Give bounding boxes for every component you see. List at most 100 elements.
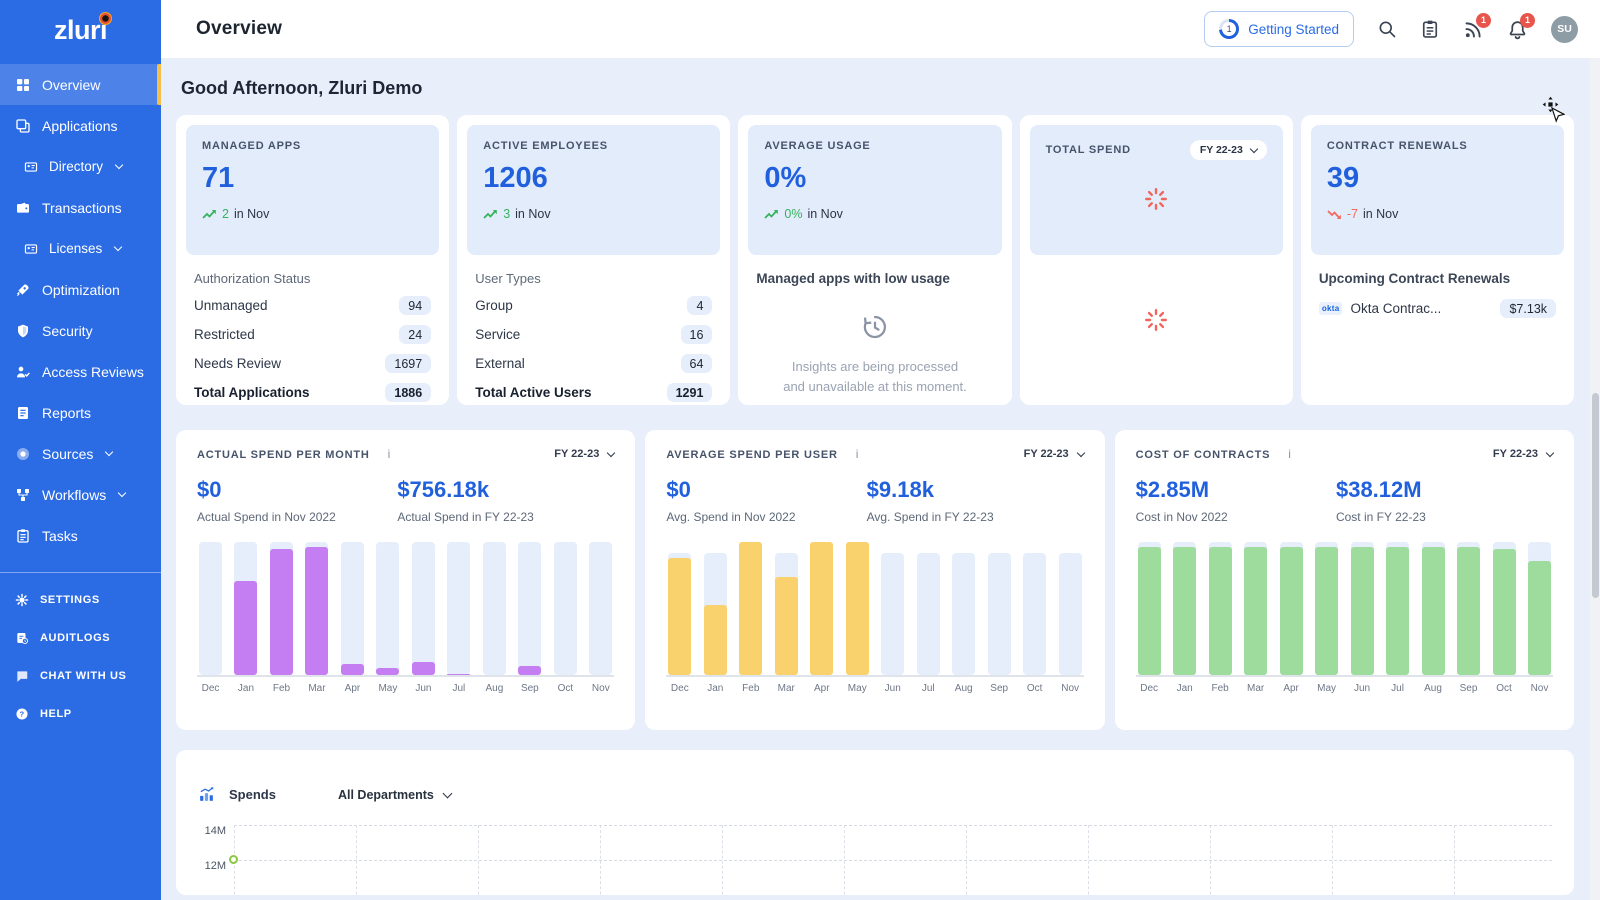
bar-column-aug[interactable]: Aug	[1422, 542, 1445, 697]
stat-row-total[interactable]: Total Applications1886	[194, 383, 431, 402]
card-title: CONTRACT RENEWALS	[1327, 140, 1548, 152]
fiscal-year-select[interactable]: FY 22-23	[1024, 448, 1084, 460]
bar-column-jun[interactable]: Jun	[881, 542, 904, 697]
bar-month-label: Jul	[1391, 683, 1404, 694]
bar-column-jan[interactable]: Jan	[1173, 542, 1196, 697]
sidebar-item-reports[interactable]: Reports	[0, 392, 161, 433]
stat-row-total[interactable]: Total Active Users1291	[475, 383, 712, 402]
bar-column-jun[interactable]: Jun	[412, 542, 435, 697]
stat-value: $0	[197, 477, 397, 503]
bar-column-oct[interactable]: Oct	[1023, 542, 1046, 697]
getting-started-button[interactable]: 1 Getting Started	[1204, 11, 1354, 47]
notifications-button[interactable]: 1	[1507, 19, 1528, 40]
bar-column-jul[interactable]: Jul	[1386, 542, 1409, 697]
bar-column-dec[interactable]: Dec	[199, 542, 222, 697]
bar-column-apr[interactable]: Apr	[810, 542, 833, 697]
renewal-row[interactable]: okta Okta Contrac... $7.13k	[1319, 299, 1556, 318]
bar-column-dec[interactable]: Dec	[668, 542, 691, 697]
bar-column-aug[interactable]: Aug	[952, 542, 975, 697]
help-icon: ?	[15, 707, 29, 721]
bar-column-oct[interactable]: Oct	[1493, 542, 1516, 697]
average-spend-card: AVERAGE SPEND PER USER i FY 22-23 $0 Avg…	[645, 430, 1104, 730]
bar-column-sep[interactable]: Sep	[518, 542, 541, 697]
checklist-button[interactable]	[1420, 19, 1440, 39]
report-icon	[15, 405, 31, 421]
stat-row[interactable]: Service16	[475, 325, 712, 344]
fiscal-year-select[interactable]: FY 22-23	[554, 448, 614, 460]
sidebar-item-transactions[interactable]: Transactions	[0, 187, 161, 228]
vertical-gridline	[1210, 825, 1211, 895]
bar-column-nov[interactable]: Nov	[589, 542, 612, 697]
bar-month-label: Jan	[1177, 683, 1193, 694]
sidebar-item-applications[interactable]: Applications	[0, 105, 161, 146]
cursor-arrow-icon	[1551, 107, 1565, 123]
series-start-point[interactable]	[229, 855, 238, 864]
bar-column-feb[interactable]: Feb	[739, 542, 762, 697]
search-button[interactable]	[1377, 19, 1397, 39]
bar-column-mar[interactable]: Mar	[305, 542, 328, 697]
department-select[interactable]: All Departments	[338, 788, 451, 802]
sidebar-item-directory[interactable]: Directory	[0, 146, 161, 187]
bar-column-jul[interactable]: Jul	[447, 542, 470, 697]
sources-icon	[15, 446, 31, 462]
sidebar-item-chat-with-us[interactable]: CHAT WITH US	[0, 657, 161, 695]
sidebar-item-access-reviews[interactable]: Access Reviews	[0, 351, 161, 392]
user-avatar[interactable]: SU	[1551, 16, 1578, 43]
info-icon[interactable]: i	[388, 447, 391, 461]
bar-column-may[interactable]: May	[376, 542, 399, 697]
sidebar-item-workflows[interactable]: Workflows	[0, 474, 161, 515]
bar-column-apr[interactable]: Apr	[1280, 542, 1303, 697]
vertical-scrollbar[interactable]	[1590, 58, 1600, 900]
bar-column-sep[interactable]: Sep	[988, 542, 1011, 697]
fiscal-year-select[interactable]: FY 22-23	[1493, 448, 1553, 460]
sidebar-item-auditlogs[interactable]: AUDITLOGS	[0, 619, 161, 657]
bar-fill	[739, 542, 762, 675]
bar-column-feb[interactable]: Feb	[270, 542, 293, 697]
sidebar-item-overview[interactable]: Overview	[0, 64, 161, 105]
stat-row[interactable]: Needs Review1697	[194, 354, 431, 373]
average-usage-card: AVERAGE USAGE 0% 0% in Nov Managed apps …	[738, 115, 1011, 405]
stat-row[interactable]: Unmanaged94	[194, 296, 431, 315]
stat-label: Avg. Spend in FY 22-23	[867, 510, 1067, 524]
bar-column-jun[interactable]: Jun	[1351, 542, 1374, 697]
bar-column-may[interactable]: May	[846, 542, 869, 697]
sidebar-item-settings[interactable]: SETTINGS	[0, 581, 161, 619]
bar-column-jan[interactable]: Jan	[704, 542, 727, 697]
stat-row[interactable]: Restricted24	[194, 325, 431, 344]
bar-column-dec[interactable]: Dec	[1138, 542, 1161, 697]
sidebar-item-help[interactable]: ? HELP	[0, 695, 161, 733]
bar-column-nov[interactable]: Nov	[1528, 542, 1551, 697]
bar-column-feb[interactable]: Feb	[1209, 542, 1232, 697]
sidebar-item-tasks[interactable]: Tasks	[0, 515, 161, 556]
sidebar-item-licenses[interactable]: Licenses	[0, 228, 161, 269]
stat-row[interactable]: Group4	[475, 296, 712, 315]
bar-column-aug[interactable]: Aug	[483, 542, 506, 697]
bar-fill	[376, 668, 399, 675]
bar-column-jul[interactable]: Jul	[917, 542, 940, 697]
fiscal-year-select[interactable]: FY 22-23	[1190, 140, 1267, 160]
renewal-amount: $7.13k	[1500, 299, 1556, 318]
whats-new-button[interactable]: 1	[1463, 19, 1484, 40]
bar-column-nov[interactable]: Nov	[1059, 542, 1082, 697]
sidebar-item-sources[interactable]: Sources	[0, 433, 161, 474]
bar-column-mar[interactable]: Mar	[775, 542, 798, 697]
bar-column-sep[interactable]: Sep	[1457, 542, 1480, 697]
bar-column-jan[interactable]: Jan	[234, 542, 257, 697]
trend-up-icon	[202, 209, 217, 220]
info-icon[interactable]: i	[856, 447, 859, 461]
stat-row[interactable]: External64	[475, 354, 712, 373]
info-icon[interactable]: i	[1288, 447, 1291, 461]
bar-column-mar[interactable]: Mar	[1244, 542, 1267, 697]
bar-column-apr[interactable]: Apr	[341, 542, 364, 697]
bar-fill	[704, 605, 727, 675]
bar-column-oct[interactable]: Oct	[554, 542, 577, 697]
stat-left: $0 Avg. Spend in Nov 2022	[666, 477, 866, 524]
scrollbar-thumb[interactable]	[1592, 393, 1599, 598]
zluri-logo[interactable]: zluri	[0, 0, 161, 60]
svg-text:?: ?	[20, 710, 25, 719]
stat-right: $756.18k Actual Spend in FY 22-23	[397, 477, 597, 524]
bar-column-may[interactable]: May	[1315, 542, 1338, 697]
sidebar-item-optimization[interactable]: Optimization	[0, 269, 161, 310]
chevron-down-icon	[114, 243, 122, 251]
sidebar-item-security[interactable]: Security	[0, 310, 161, 351]
